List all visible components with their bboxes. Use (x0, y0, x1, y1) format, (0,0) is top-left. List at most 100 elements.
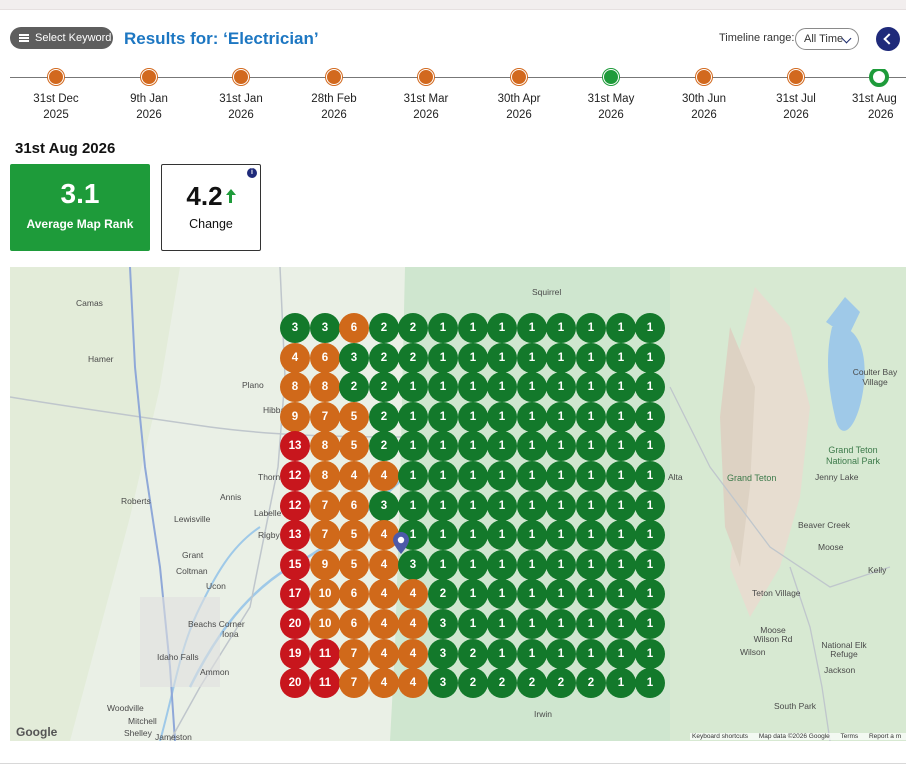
rank-cell[interactable]: 4 (369, 609, 399, 639)
rank-cell[interactable]: 1 (428, 372, 458, 402)
rank-cell[interactable]: 1 (606, 313, 636, 343)
rank-cell[interactable]: 1 (606, 461, 636, 491)
rank-map[interactable]: Camas Squirrel Hamer Plano Hibbard Rober… (10, 267, 906, 741)
rank-cell[interactable]: 2 (458, 668, 488, 698)
rank-cell[interactable]: 11 (310, 668, 340, 698)
rank-cell[interactable]: 20 (280, 668, 310, 698)
rank-cell[interactable]: 1 (487, 550, 517, 580)
rank-cell[interactable]: 1 (635, 402, 665, 432)
rank-cell[interactable]: 7 (310, 520, 340, 550)
rank-cell[interactable]: 1 (576, 372, 606, 402)
rank-cell[interactable]: 1 (635, 579, 665, 609)
timeline-point[interactable]: 31st Dec 2025 (11, 69, 101, 123)
rank-cell[interactable]: 4 (369, 579, 399, 609)
rank-cell[interactable]: 1 (487, 343, 517, 373)
rank-cell[interactable]: 9 (310, 550, 340, 580)
rank-cell[interactable]: 3 (280, 313, 310, 343)
rank-cell[interactable]: 7 (310, 491, 340, 521)
rank-cell[interactable]: 2 (576, 668, 606, 698)
rank-cell[interactable]: 11 (310, 639, 340, 669)
timeline-point[interactable]: 9th Jan 2026 (104, 69, 194, 123)
timeline-point[interactable]: 31st Mar 2026 (381, 69, 471, 123)
rank-cell[interactable]: 1 (606, 431, 636, 461)
report-link[interactable]: Report a m (869, 733, 901, 740)
timeline-point[interactable]: 28th Feb 2026 (289, 69, 379, 123)
rank-cell[interactable]: 1 (398, 491, 428, 521)
rank-cell[interactable]: 1 (458, 609, 488, 639)
timeline-prev-button[interactable] (876, 27, 900, 51)
rank-cell[interactable]: 1 (576, 491, 606, 521)
rank-cell[interactable]: 2 (369, 402, 399, 432)
rank-cell[interactable]: 1 (546, 372, 576, 402)
rank-cell[interactable]: 4 (369, 461, 399, 491)
rank-cell[interactable]: 1 (458, 343, 488, 373)
rank-cell[interactable]: 1 (635, 343, 665, 373)
rank-cell[interactable]: 1 (546, 491, 576, 521)
rank-cell[interactable]: 1 (576, 431, 606, 461)
rank-cell[interactable]: 20 (280, 609, 310, 639)
rank-cell[interactable]: 5 (339, 550, 369, 580)
rank-cell[interactable]: 1 (487, 520, 517, 550)
keyboard-shortcuts-link[interactable]: Keyboard shortcuts (692, 733, 748, 740)
rank-cell[interactable]: 4 (369, 639, 399, 669)
rank-cell[interactable]: 3 (310, 313, 340, 343)
rank-cell[interactable]: 1 (517, 372, 547, 402)
rank-cell[interactable]: 1 (517, 550, 547, 580)
rank-cell[interactable]: 1 (487, 431, 517, 461)
info-icon[interactable]: i (247, 168, 257, 178)
rank-cell[interactable]: 1 (606, 609, 636, 639)
rank-cell[interactable]: 1 (398, 372, 428, 402)
rank-cell[interactable]: 1 (487, 313, 517, 343)
rank-cell[interactable]: 4 (369, 668, 399, 698)
rank-cell[interactable]: 4 (339, 461, 369, 491)
rank-cell[interactable]: 1 (487, 639, 517, 669)
rank-cell[interactable]: 4 (398, 579, 428, 609)
rank-cell[interactable]: 1 (517, 343, 547, 373)
rank-cell[interactable]: 1 (546, 520, 576, 550)
rank-cell[interactable]: 1 (428, 461, 458, 491)
rank-cell[interactable]: 1 (458, 520, 488, 550)
rank-cell[interactable]: 1 (576, 550, 606, 580)
rank-cell[interactable]: 1 (458, 402, 488, 432)
rank-cell[interactable]: 1 (606, 343, 636, 373)
rank-cell[interactable]: 2 (339, 372, 369, 402)
rank-cell[interactable]: 1 (517, 491, 547, 521)
rank-cell[interactable]: 7 (310, 402, 340, 432)
rank-cell[interactable]: 1 (635, 372, 665, 402)
rank-cell[interactable]: 1 (458, 313, 488, 343)
rank-cell[interactable]: 1 (428, 431, 458, 461)
rank-cell[interactable]: 2 (398, 343, 428, 373)
rank-cell[interactable]: 1 (458, 372, 488, 402)
rank-cell[interactable]: 1 (635, 609, 665, 639)
rank-cell[interactable]: 1 (576, 520, 606, 550)
rank-cell[interactable]: 1 (458, 461, 488, 491)
rank-cell[interactable]: 1 (428, 550, 458, 580)
timeline-point[interactable]: 30th Jun 2026 (659, 69, 749, 123)
rank-cell[interactable]: 1 (398, 402, 428, 432)
rank-cell[interactable]: 1 (428, 491, 458, 521)
rank-cell[interactable]: 1 (635, 313, 665, 343)
rank-cell[interactable]: 7 (339, 639, 369, 669)
rank-cell[interactable]: 2 (369, 431, 399, 461)
rank-cell[interactable]: 10 (310, 579, 340, 609)
rank-cell[interactable]: 1 (517, 313, 547, 343)
rank-cell[interactable]: 1 (606, 520, 636, 550)
rank-cell[interactable]: 2 (517, 668, 547, 698)
rank-cell[interactable]: 1 (546, 431, 576, 461)
terms-link[interactable]: Terms (840, 733, 858, 740)
rank-cell[interactable]: 2 (546, 668, 576, 698)
rank-cell[interactable]: 1 (576, 609, 606, 639)
rank-cell[interactable]: 2 (369, 343, 399, 373)
rank-cell[interactable]: 6 (310, 343, 340, 373)
rank-cell[interactable]: 1 (487, 402, 517, 432)
rank-cell[interactable]: 1 (635, 550, 665, 580)
rank-cell[interactable]: 17 (280, 579, 310, 609)
rank-cell[interactable]: 1 (487, 491, 517, 521)
rank-cell[interactable]: 4 (398, 639, 428, 669)
rank-cell[interactable]: 1 (428, 343, 458, 373)
rank-cell[interactable]: 1 (576, 402, 606, 432)
rank-cell[interactable]: 1 (606, 668, 636, 698)
rank-cell[interactable]: 8 (280, 372, 310, 402)
rank-cell[interactable]: 1 (576, 461, 606, 491)
rank-cell[interactable]: 1 (546, 609, 576, 639)
